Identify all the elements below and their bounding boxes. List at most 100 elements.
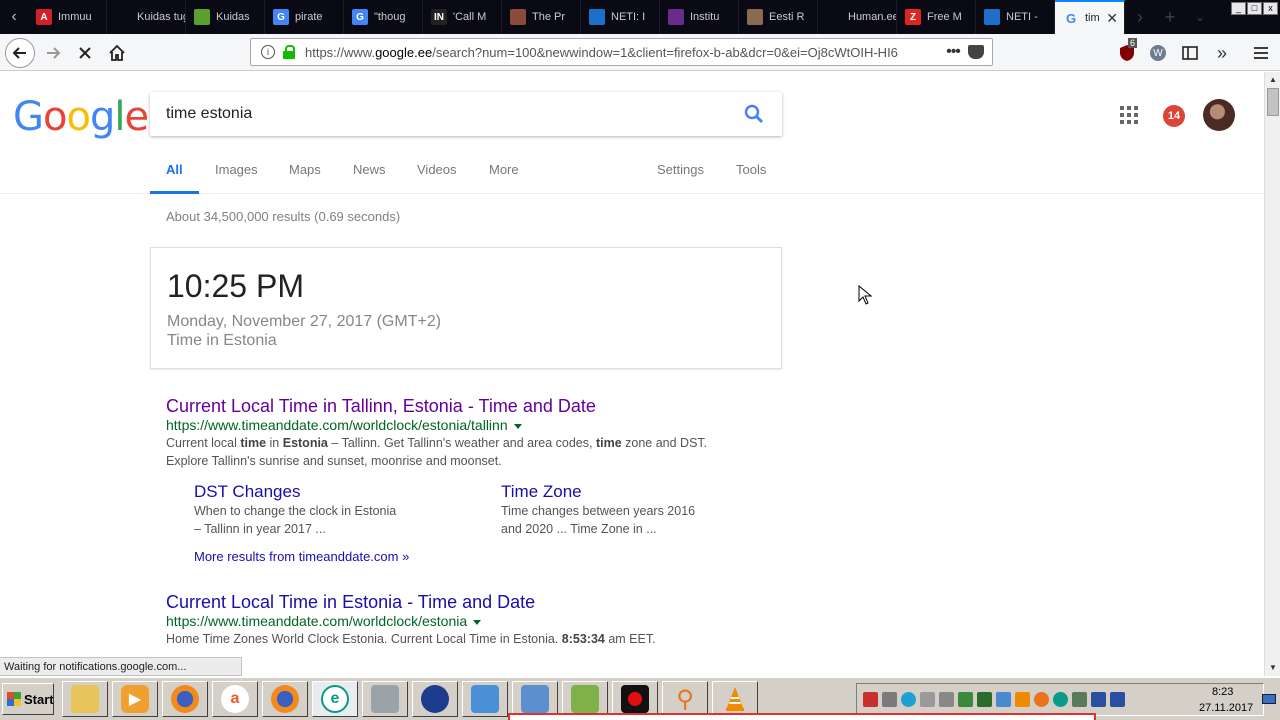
- tab-videos[interactable]: Videos: [417, 162, 457, 177]
- back-button[interactable]: [5, 38, 35, 68]
- tray-flag-icon[interactable]: [863, 692, 878, 707]
- taskbar-notepad[interactable]: [562, 681, 608, 717]
- tab-item[interactable]: Gpirate: [265, 0, 344, 34]
- result-title[interactable]: Current Local Time in Tallinn, Estonia -…: [166, 396, 596, 417]
- back-arrow-icon: [12, 47, 26, 59]
- scroll-up-icon[interactable]: ▲: [1265, 72, 1280, 88]
- show-desktop-icon[interactable]: [1262, 694, 1276, 704]
- site-info-icon[interactable]: i: [261, 45, 275, 59]
- snippet-bold: time: [240, 436, 267, 450]
- close-window-button[interactable]: x: [1263, 2, 1278, 15]
- url-text[interactable]: https://www.google.ee/search?num=100&new…: [305, 45, 905, 60]
- forward-button[interactable]: [38, 38, 68, 68]
- tab-all[interactable]: All: [166, 162, 183, 177]
- result-title[interactable]: Current Local Time in Estonia - Time and…: [166, 592, 535, 613]
- scroll-thumb[interactable]: [1267, 88, 1279, 116]
- pocket-icon[interactable]: [968, 45, 984, 59]
- taskbar-ccleaner[interactable]: [462, 681, 508, 717]
- tray-circle-icon[interactable]: [901, 692, 916, 707]
- new-tab-icon[interactable]: +: [1155, 0, 1185, 34]
- tab-item[interactable]: G "thoug: [344, 0, 423, 34]
- tab-item[interactable]: The Pr: [502, 0, 581, 34]
- tab-item[interactable]: Z Free M: [897, 0, 976, 34]
- taskbar-seamonkey[interactable]: [412, 681, 458, 717]
- overflow-menu-icon[interactable]: »: [1211, 42, 1233, 64]
- apps-grid-icon[interactable]: [1120, 106, 1138, 124]
- clock-time[interactable]: 8:23: [1212, 686, 1233, 698]
- restore-button[interactable]: □: [1247, 2, 1262, 15]
- taskbar-drive[interactable]: [362, 681, 408, 717]
- tray-vlc-icon[interactable]: [1015, 692, 1030, 707]
- tray-volume-icon[interactable]: [939, 692, 954, 707]
- tab-active[interactable]: G tim ✕: [1055, 0, 1125, 34]
- more-results-link[interactable]: More results from timeanddate.com »: [194, 549, 409, 564]
- tab-item[interactable]: Kuidas: [186, 0, 265, 34]
- tab-item[interactable]: Institu: [660, 0, 739, 34]
- tray-clipboard-icon[interactable]: [882, 692, 897, 707]
- tray-shield-icon[interactable]: [958, 692, 973, 707]
- taskbar-vlc[interactable]: [712, 681, 758, 717]
- search-box[interactable]: time estonia: [150, 92, 782, 136]
- secure-lock-icon[interactable]: [283, 45, 295, 59]
- tray-monitor-icon[interactable]: [996, 692, 1011, 707]
- tray-eset-icon[interactable]: [1053, 692, 1068, 707]
- dropdown-caret-icon[interactable]: [513, 423, 522, 429]
- taskbar-firefox[interactable]: [162, 681, 208, 717]
- taskbar-eset[interactable]: e: [312, 681, 358, 717]
- tray-image-icon[interactable]: [1072, 692, 1087, 707]
- wot-icon[interactable]: W: [1147, 42, 1169, 64]
- tab-item[interactable]: Human.ee: [818, 0, 897, 34]
- result-url[interactable]: https://www.timeanddate.com/worldclock/e…: [166, 613, 482, 629]
- tab-item[interactable]: NETI -: [976, 0, 1055, 34]
- tab-item[interactable]: Eesti R: [739, 0, 818, 34]
- tab-label: Immuu: [58, 11, 92, 23]
- tab-scroll-right-icon[interactable]: ›: [1125, 0, 1155, 34]
- tab-item[interactable]: NETI: I: [581, 0, 660, 34]
- tray-search-icon[interactable]: [1034, 692, 1049, 707]
- tab-settings[interactable]: Settings: [657, 162, 704, 177]
- tab-item[interactable]: A Immuu: [28, 0, 107, 34]
- sitelink-title[interactable]: DST Changes: [194, 482, 300, 502]
- result-url[interactable]: https://www.timeanddate.com/worldclock/e…: [166, 417, 522, 433]
- taskbar-firefox-2[interactable]: [262, 681, 308, 717]
- taskbar-control-panel[interactable]: [512, 681, 558, 717]
- taskbar-media[interactable]: ▶: [112, 681, 158, 717]
- search-input[interactable]: time estonia: [166, 105, 734, 123]
- tab-list-icon[interactable]: ⌄: [1185, 0, 1215, 34]
- tab-tools[interactable]: Tools: [736, 162, 766, 177]
- hamburger-menu-icon[interactable]: [1250, 42, 1272, 64]
- sidebar-toggle-icon[interactable]: [1179, 42, 1201, 64]
- avatar[interactable]: [1203, 99, 1235, 131]
- minimize-button[interactable]: _: [1231, 2, 1246, 15]
- ublock-icon[interactable]: 6: [1116, 38, 1138, 64]
- tab-maps[interactable]: Maps: [289, 162, 321, 177]
- sitelink-title[interactable]: Time Zone: [501, 482, 582, 502]
- tab-more[interactable]: More: [489, 162, 519, 177]
- tray-green-icon[interactable]: [977, 692, 992, 707]
- start-button[interactable]: Start: [2, 683, 54, 715]
- tray-lav-icon-2[interactable]: [1110, 692, 1125, 707]
- tab-item[interactable]: IN 'Call M: [423, 0, 502, 34]
- taskbar-explorer[interactable]: [62, 681, 108, 717]
- taskbar-search[interactable]: ⚲: [662, 681, 708, 717]
- tab-scroll-left-icon[interactable]: ‹: [0, 0, 28, 34]
- url-bar[interactable]: i https://www.google.ee/search?num=100&n…: [250, 38, 993, 66]
- scroll-down-icon[interactable]: ▼: [1265, 660, 1280, 676]
- tab-news[interactable]: News: [353, 162, 386, 177]
- notification-badge[interactable]: 14: [1163, 105, 1185, 127]
- tray-lav-icon[interactable]: [1091, 692, 1106, 707]
- stop-button[interactable]: [70, 38, 100, 68]
- taskbar-avast[interactable]: a: [212, 681, 258, 717]
- search-icon[interactable]: [734, 94, 774, 134]
- clock-date[interactable]: 27.11.2017: [1199, 702, 1253, 714]
- tab-close-icon[interactable]: ✕: [1106, 10, 1118, 27]
- taskbar-recorder[interactable]: [612, 681, 658, 717]
- page-scrollbar[interactable]: ▲ ▼: [1264, 72, 1280, 676]
- tray-network-icon[interactable]: [920, 692, 935, 707]
- page-actions-icon[interactable]: •••: [938, 43, 968, 61]
- tab-item[interactable]: Kuidas tuge: [107, 0, 186, 34]
- tab-images[interactable]: Images: [215, 162, 258, 177]
- dropdown-caret-icon[interactable]: [473, 619, 482, 625]
- google-logo[interactable]: Google: [13, 94, 149, 140]
- home-button[interactable]: [102, 38, 132, 68]
